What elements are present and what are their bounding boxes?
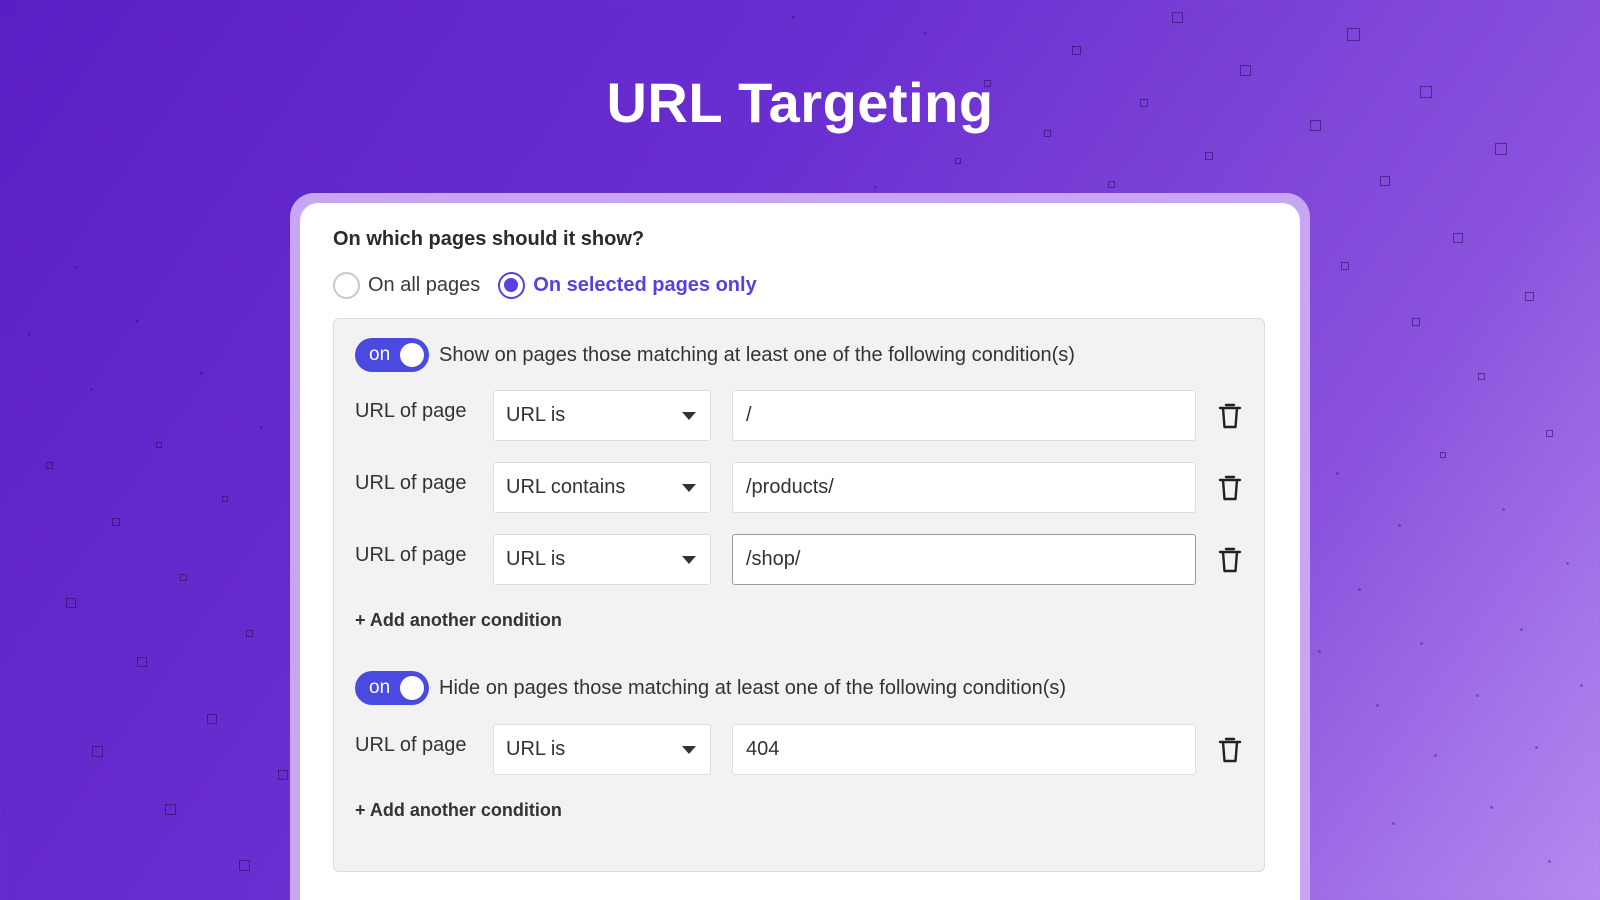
condition-label: URL of page — [355, 734, 467, 756]
url-value-input[interactable] — [732, 534, 1196, 585]
condition-row: URL of page URL is — [355, 390, 1242, 441]
trash-icon[interactable] — [1218, 546, 1242, 574]
caret-down-icon — [682, 411, 696, 420]
trash-icon[interactable] — [1218, 474, 1242, 502]
hide-toggle[interactable]: on — [355, 671, 429, 705]
trash-icon[interactable] — [1218, 402, 1242, 430]
operator-select[interactable]: URL is — [493, 534, 711, 585]
page-scope-radio-group: On all pages On selected pages only — [333, 272, 775, 299]
question-label: On which pages should it show? — [333, 228, 645, 250]
add-condition-link[interactable]: + Add another condition — [355, 800, 562, 821]
page-title: URL Targeting — [606, 71, 994, 134]
condition-row: URL of page URL is — [355, 724, 1242, 775]
operator-select[interactable]: URL contains — [493, 462, 711, 513]
condition-row: URL of page URL is — [355, 534, 1242, 585]
operator-select[interactable]: URL is — [493, 390, 711, 441]
radio-label: On selected pages only — [533, 274, 757, 296]
operator-value: URL is — [506, 738, 566, 760]
trash-icon[interactable] — [1218, 736, 1242, 764]
operator-value: URL contains — [506, 476, 626, 498]
condition-row: URL of page URL contains — [355, 462, 1242, 513]
operator-select[interactable]: URL is — [493, 724, 711, 775]
hide-description: Hide on pages those matching at least on… — [439, 676, 1067, 699]
show-toggle[interactable]: on — [355, 338, 429, 372]
operator-value: URL is — [506, 548, 566, 570]
toggle-knob — [400, 343, 424, 367]
radio-selected-pages[interactable]: On selected pages only — [498, 272, 757, 299]
url-value-input[interactable] — [732, 390, 1196, 441]
radio-label: On all pages — [368, 274, 481, 296]
operator-value: URL is — [506, 404, 566, 426]
hide-section-header: on Hide on pages those matching at least… — [355, 671, 1066, 705]
show-section-header: on Show on pages those matching at least… — [355, 338, 1075, 372]
radio-circle-icon[interactable] — [498, 272, 526, 299]
condition-label: URL of page — [355, 400, 467, 422]
caret-down-icon — [682, 745, 696, 754]
toggle-knob — [400, 676, 424, 700]
radio-all-pages[interactable]: On all pages — [333, 272, 480, 299]
condition-label: URL of page — [355, 544, 467, 566]
caret-down-icon — [682, 483, 696, 492]
url-value-input[interactable] — [732, 724, 1196, 775]
add-condition-link[interactable]: + Add another condition — [355, 610, 562, 631]
show-description: Show on pages those matching at least on… — [439, 343, 1075, 366]
condition-label: URL of page — [355, 472, 467, 494]
url-value-input[interactable] — [732, 462, 1196, 513]
toggle-label: on — [369, 677, 391, 698]
toggle-label: on — [369, 344, 391, 365]
radio-circle-icon[interactable] — [333, 272, 360, 299]
caret-down-icon — [682, 555, 696, 564]
